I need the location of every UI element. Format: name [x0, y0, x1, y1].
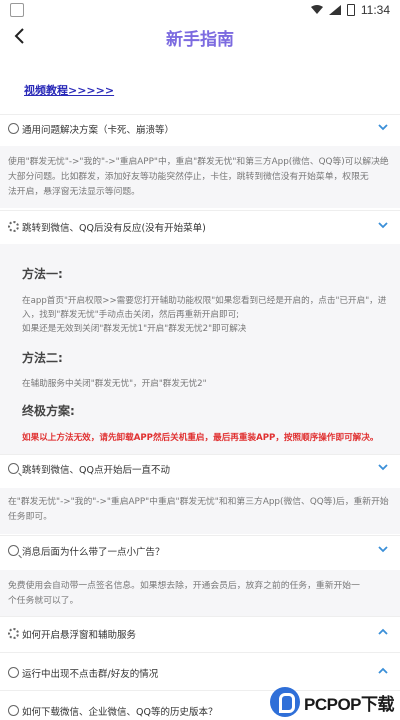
- status-time: 11:34: [360, 3, 390, 17]
- divider: [0, 652, 400, 653]
- chevron-down-icon[interactable]: [376, 542, 390, 556]
- section-title: 如何下载微信、企业微信、QQ等的历史版本？: [22, 707, 218, 718]
- app-header: 新手指南: [0, 22, 400, 52]
- notification-icon: [10, 3, 24, 17]
- section-title: 如何开启悬浮窗和辅助服务: [22, 630, 137, 641]
- method1-heading: 方法一:: [22, 267, 63, 281]
- chevron-up-icon[interactable]: [376, 664, 390, 678]
- method1-line: 如果还是无效到关闭"群发无忧1"开启"群发无忧2"即可解决: [22, 324, 247, 334]
- status-bar: 11:34: [0, 0, 400, 22]
- page-title: 新手指南: [166, 30, 234, 50]
- section4-line: 免费使用会自动带一点签名信息。如果想去除，开通会员后，放弃之前的任务，重新开始一: [8, 581, 360, 591]
- watermark-text: PCPOP下载: [304, 694, 395, 714]
- section-title: 跳转到微信、QQ点开始后一直不动: [22, 465, 170, 476]
- section3-body: 在"群发无忧"->"我的"->"重启APP"中重启"群发无忧"和和第三方App(…: [8, 495, 392, 525]
- gear-icon: [8, 628, 19, 639]
- section3-line: 在"群发无忧"->"我的"->"重启APP"中重启"群发无忧"和和第三方App(…: [8, 497, 389, 507]
- divider: [0, 454, 400, 455]
- final-method-warning: 如果以上方法无效，请先卸载APP然后关机重启，最后再重装APP，按照顺序操作即可…: [22, 433, 379, 443]
- gear-icon: [8, 221, 19, 232]
- wifi-icon: [310, 5, 323, 14]
- method2-heading: 方法二:: [22, 351, 63, 365]
- chevron-down-icon[interactable]: [376, 218, 390, 232]
- chevron-up-icon[interactable]: [376, 625, 390, 639]
- section-floating-window[interactable]: 如何开启悬浮窗和辅助服务: [0, 621, 400, 649]
- info-icon: [8, 123, 19, 134]
- method1-line: 在app首页"开启权限>>需要您打开辅助功能权限"如果您看到已经是开启的，点击"…: [22, 296, 387, 306]
- section1-line: 使用"群发无忧"->"我的"->"重启APP"中，重启"群发无忧"和第三方App…: [8, 157, 389, 167]
- section-no-start-menu[interactable]: 跳转到微信、QQ后没有反应(没有开始菜单): [0, 214, 400, 242]
- info-icon: [8, 705, 19, 716]
- chevron-down-icon[interactable]: [376, 120, 390, 134]
- section4-line: 个任务就可以了。: [8, 596, 79, 606]
- method2-line: 在辅助服务中关闭"群发无忧"，开启"群发无忧2": [22, 379, 207, 389]
- pcpop-logo-icon: [270, 687, 300, 717]
- divider: [0, 114, 400, 115]
- status-right: 11:34: [310, 3, 390, 17]
- method1-text: 在app首页"开启权限>>需要您打开辅助功能权限"如果您看到已经是开启的，点击"…: [22, 294, 394, 336]
- section-title: 消息后面为什么带了一点小广告？: [22, 547, 165, 558]
- info-icon: [8, 667, 19, 678]
- section4-body: 免费使用会自动带一点签名信息。如果想去除，开通会员后，放弃之前的任务，重新开始一…: [8, 579, 392, 609]
- video-tutorial-link[interactable]: 视频教程>>>>>: [24, 82, 114, 98]
- divider: [0, 535, 400, 536]
- divider: [0, 616, 400, 617]
- section-title: 跳转到微信、QQ后没有反应(没有开始菜单): [22, 223, 206, 234]
- divider: [0, 210, 400, 211]
- section3-line: 任务即可。: [8, 512, 52, 522]
- search-icon: [8, 545, 19, 556]
- method1-line: 入，找到"群发无忧"手动点击关闭，然后再重新开启即可;: [22, 310, 240, 320]
- section-title: 运行中出现不点击群/好友的情况: [22, 669, 159, 680]
- battery-icon: [346, 4, 355, 16]
- chevron-down-icon[interactable]: [376, 460, 390, 474]
- pcpop-watermark: PCPOP下载: [270, 684, 400, 720]
- method2-text: 在辅助服务中关闭"群发无忧"，开启"群发无忧2": [22, 377, 394, 391]
- signal-icon: [328, 5, 341, 15]
- section-message-ads[interactable]: 消息后面为什么带了一点小广告？: [0, 538, 400, 566]
- section-title: 通用问题解决方案（卡死、崩溃等）: [22, 125, 175, 136]
- search-icon: [8, 463, 19, 474]
- section1-line: 法开启，悬浮窗无法显示等问题。: [8, 187, 140, 197]
- section1-line: 大部分问题。比如群发，添加好友等功能突然停止，卡住，跳转到微信没有开始菜单，权限…: [8, 172, 369, 182]
- section-stuck-after-start[interactable]: 跳转到微信、QQ点开始后一直不动: [0, 456, 400, 484]
- final-method-heading: 终极方案:: [22, 404, 75, 418]
- section-general-solutions[interactable]: 通用问题解决方案（卡死、崩溃等）: [0, 116, 400, 144]
- section1-body: 使用"群发无忧"->"我的"->"重启APP"中，重启"群发无忧"和第三方App…: [8, 155, 392, 200]
